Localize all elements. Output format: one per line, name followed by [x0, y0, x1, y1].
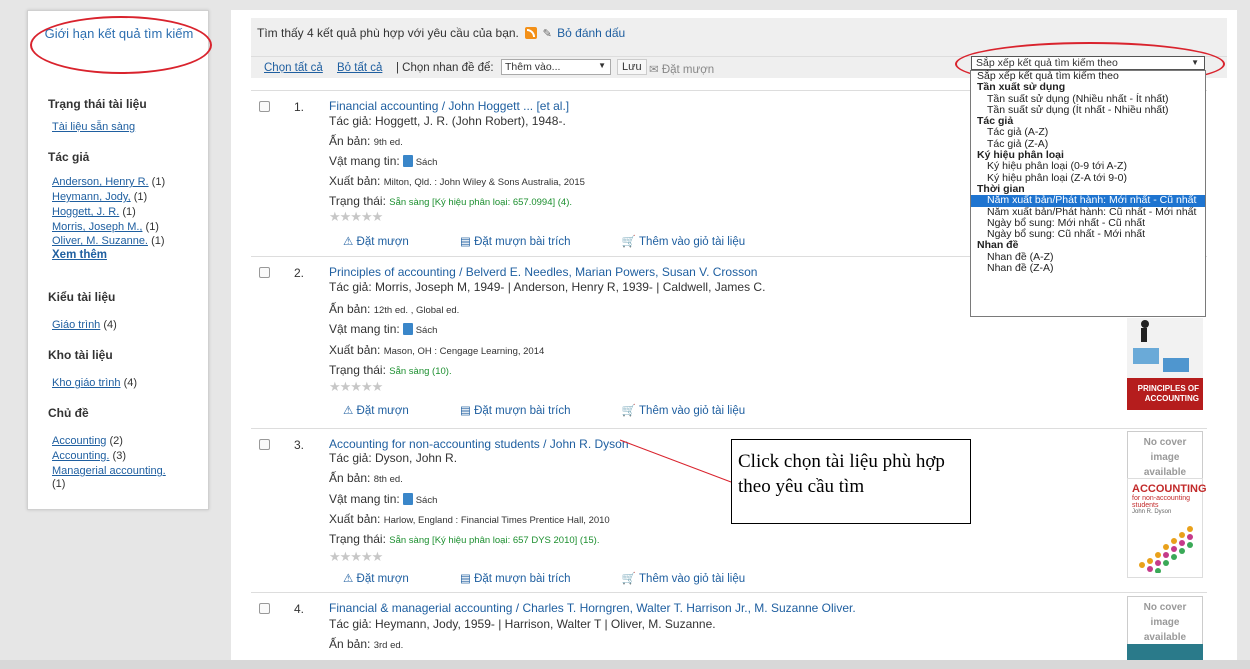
annotation-callout: Click chọn tài liệu phù hợp theo yêu cầu…	[731, 439, 971, 524]
annotation-pointer	[619, 439, 732, 483]
horizontal-scrollbar[interactable]	[0, 660, 1250, 669]
